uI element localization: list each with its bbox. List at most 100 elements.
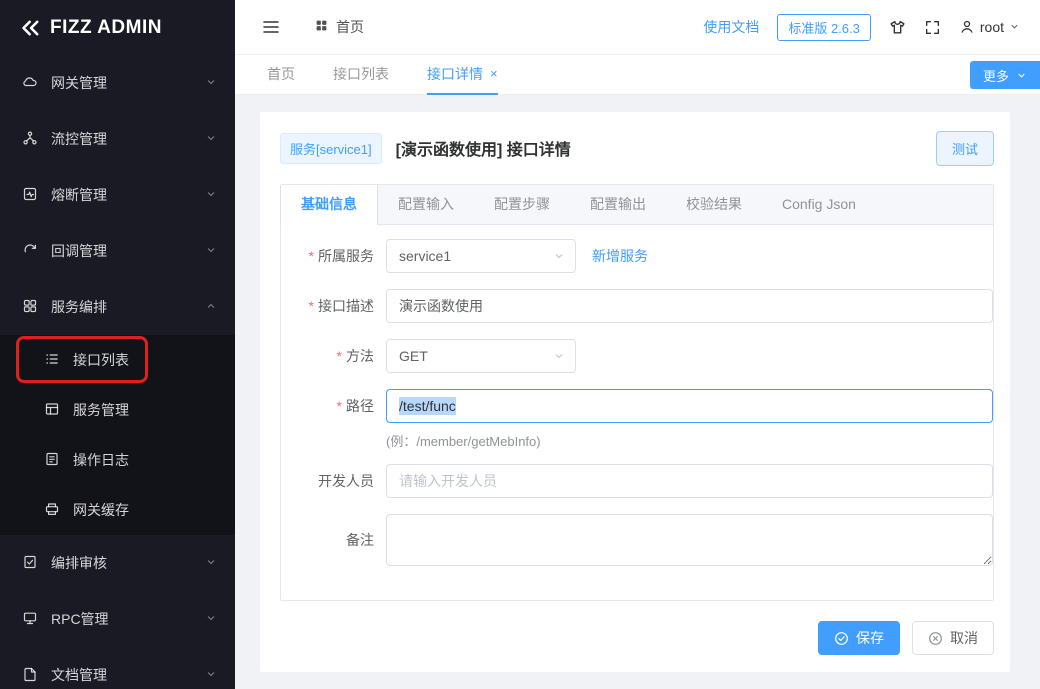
basic-info-form: * 所属服务 service1 新增服务 * 接口描述 演示函数使用 * 方法 … <box>281 225 993 600</box>
tab-basic-info[interactable]: 基础信息 <box>280 185 378 225</box>
tab-config-input[interactable]: 配置输入 <box>378 185 474 225</box>
main-area: 首页 使用文档 标准版 2.6.3 root 首页 接口列表 接口详情 × 更多… <box>235 0 1040 689</box>
topbar: 首页 使用文档 标准版 2.6.3 root <box>235 0 1040 55</box>
theme-icon[interactable] <box>889 19 906 36</box>
close-circle-icon <box>929 631 942 645</box>
more-button[interactable]: 更多 <box>969 61 1040 89</box>
sidebar-item-gateway[interactable]: 网关管理 <box>0 55 235 111</box>
username: root <box>979 19 1004 35</box>
description-label: * 接口描述 <box>308 298 374 314</box>
required-mark: * <box>308 248 314 264</box>
test-button[interactable]: 测试 <box>935 130 994 166</box>
form-row-path: * 路径 /test/func <box>281 389 993 423</box>
sidebar-item-label: 网关缓存 <box>73 502 129 518</box>
cancel-label: 取消 <box>950 630 978 646</box>
chevron-down-icon <box>205 667 217 683</box>
chevron-down-icon <box>1018 73 1025 78</box>
sidebar-item-orchestration[interactable]: 服务编排 <box>0 279 235 335</box>
docs-link[interactable]: 使用文档 <box>703 17 759 37</box>
page-tabbar: 首页 接口列表 接口详情 × 更多 <box>235 55 1040 95</box>
service-mgmt-icon <box>44 401 60 420</box>
sidebar-item-callback[interactable]: 回调管理 <box>0 223 235 279</box>
tab-label: 接口详情 <box>427 65 483 82</box>
method-select[interactable]: GET <box>386 339 576 373</box>
developer-label: 开发人员 <box>318 473 374 489</box>
add-service-link[interactable]: 新增服务 <box>592 246 648 266</box>
tab-config-steps[interactable]: 配置步骤 <box>474 185 570 225</box>
sidebar-item-flow-control[interactable]: 流控管理 <box>0 111 235 167</box>
detail-panel: 基础信息 配置输入 配置步骤 配置输出 校验结果 Config Json * 所属… <box>280 184 994 601</box>
tab-validation-result[interactable]: 校验结果 <box>666 185 762 225</box>
remark-textarea[interactable] <box>386 514 993 566</box>
service-select[interactable]: service1 <box>386 239 576 273</box>
chevron-down-icon <box>205 131 217 147</box>
service-select-value: service1 <box>399 248 452 264</box>
sidebar-item-label: 接口列表 <box>73 352 129 368</box>
sidebar-item-gateway-cache[interactable]: 网关缓存 <box>0 485 235 535</box>
close-icon[interactable]: × <box>490 67 498 80</box>
gateway-icon <box>22 74 38 93</box>
sidebar-item-circuit-breaker[interactable]: 熔断管理 <box>0 167 235 223</box>
method-select-value: GET <box>399 348 428 364</box>
document-icon <box>22 666 38 685</box>
chevron-down-icon <box>205 187 217 203</box>
form-row-description: * 接口描述 <box>281 289 993 323</box>
orchestration-icon <box>22 298 38 317</box>
sidebar-item-operation-log[interactable]: 操作日志 <box>0 435 235 485</box>
required-mark: * <box>308 298 314 314</box>
tab-config-output[interactable]: 配置输出 <box>570 185 666 225</box>
user-menu[interactable]: root <box>959 19 1020 35</box>
path-input[interactable]: /test/func <box>386 389 993 423</box>
sidebar-item-label: 网关管理 <box>51 75 107 91</box>
developer-input[interactable] <box>386 464 993 498</box>
save-button[interactable]: 保存 <box>818 621 900 655</box>
tab-label: 接口列表 <box>333 65 389 82</box>
home-label: 首页 <box>336 19 364 35</box>
sidebar-item-service-mgmt[interactable]: 服务管理 <box>0 385 235 435</box>
sidebar-item-label: 服务管理 <box>73 402 129 418</box>
sidebar-item-review[interactable]: 编排审核 <box>0 535 235 591</box>
tab-config-json[interactable]: Config Json <box>762 185 876 225</box>
sidebar-item-rpc[interactable]: RPC管理 <box>0 591 235 647</box>
tab-api-list[interactable]: 接口列表 <box>333 55 389 95</box>
check-circle-icon <box>835 631 848 645</box>
chevron-down-icon <box>205 243 217 259</box>
chevron-down-icon <box>555 354 563 359</box>
page-title: [演示函数使用] 接口详情 <box>395 142 571 159</box>
home-breadcrumb[interactable]: 首页 <box>315 17 364 37</box>
service-label: * 所属服务 <box>308 248 374 264</box>
chevron-down-icon <box>205 555 217 571</box>
logo: FIZZ ADMIN <box>0 0 235 55</box>
chevron-up-icon <box>205 299 217 315</box>
form-row-remark: 备注 <box>281 514 993 566</box>
flow-control-icon <box>22 130 38 149</box>
callback-icon <box>22 242 38 261</box>
gateway-cache-icon <box>44 501 60 520</box>
orchestration-submenu: 接口列表 服务管理 操作日志 网关缓存 <box>0 335 235 535</box>
sidebar-item-label: 操作日志 <box>73 452 129 468</box>
more-label: 更多 <box>982 68 1009 84</box>
service-tag: 服务[service1] <box>280 132 382 164</box>
description-input[interactable] <box>386 289 993 323</box>
path-label: * 路径 <box>336 398 374 414</box>
hamburger-menu-icon[interactable] <box>261 17 281 37</box>
chevron-down-icon <box>1009 19 1020 35</box>
sidebar-item-api-list[interactable]: 接口列表 <box>0 335 235 385</box>
tab-home[interactable]: 首页 <box>267 55 295 95</box>
remark-label: 备注 <box>346 532 374 548</box>
chevron-down-icon <box>555 254 563 259</box>
sidebar-item-documents[interactable]: 文档管理 <box>0 647 235 689</box>
fullscreen-icon[interactable] <box>924 19 941 36</box>
form-row-developer: 开发人员 <box>281 464 993 498</box>
api-list-icon <box>44 351 60 370</box>
tab-api-detail[interactable]: 接口详情 × <box>427 55 498 95</box>
version-badge[interactable]: 标准版 2.6.3 <box>777 13 871 41</box>
form-row-path-hint: (例：/member/getMebInfo) <box>281 431 993 450</box>
app-root: FIZZ ADMIN 网关管理 流控管理 熔断管理 回调管理 服务编排 接口列表… <box>0 0 1040 689</box>
rpc-icon <box>22 610 38 629</box>
required-mark: * <box>336 348 342 364</box>
path-hint: (例：/member/getMebInfo) <box>386 434 541 449</box>
cancel-button[interactable]: 取消 <box>912 621 994 655</box>
card-footer: 保存 取消 <box>280 621 994 655</box>
chevron-down-icon <box>205 611 217 627</box>
